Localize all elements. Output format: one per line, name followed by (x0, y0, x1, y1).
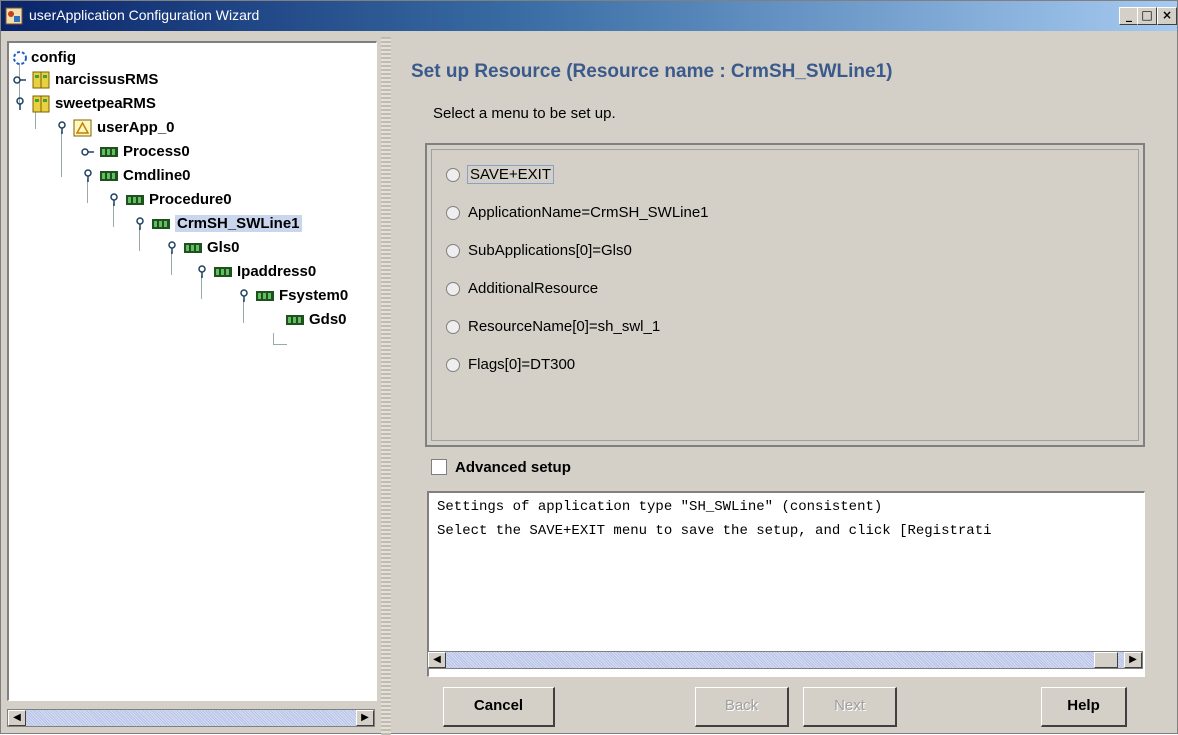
close-button[interactable]: × (1157, 7, 1177, 25)
instruction-text: Select a menu to be set up. (433, 105, 616, 122)
radio-button[interactable] (446, 282, 460, 296)
expanded-key-icon[interactable] (195, 265, 209, 279)
radio-button[interactable] (446, 206, 460, 220)
expanded-key-icon[interactable] (133, 217, 147, 231)
option-label: SubApplications[0]=Gls0 (468, 242, 632, 259)
radio-button[interactable] (446, 320, 460, 334)
scroll-left-button[interactable]: ◀ (8, 710, 26, 726)
advanced-setup-label: Advanced setup (455, 459, 571, 476)
resource-tree[interactable]: config narcissusRMS sweetpeaRMS userApp_… (7, 41, 377, 701)
app-icon (5, 7, 23, 25)
minimize-button[interactable]: _ (1119, 7, 1139, 25)
resource-icon (184, 243, 202, 253)
scroll-right-button[interactable]: ▶ (356, 710, 374, 726)
radio-button[interactable] (446, 244, 460, 258)
info-line: Select the SAVE+EXIT menu to save the se… (437, 523, 992, 539)
info-horizontal-scrollbar[interactable]: ◀ ▶ (427, 651, 1143, 669)
host-icon (32, 95, 50, 113)
resource-icon (256, 291, 274, 301)
expanded-key-icon[interactable] (237, 289, 251, 303)
help-button[interactable]: Help (1041, 687, 1127, 727)
next-button[interactable]: Next (803, 687, 897, 727)
radio-button[interactable] (446, 358, 460, 372)
resource-icon (286, 315, 304, 325)
page-title: Set up Resource (Resource name : CrmSH_S… (411, 61, 893, 82)
advanced-setup-checkbox[interactable] (431, 459, 447, 475)
option-label: ApplicationName=CrmSH_SWLine1 (468, 204, 709, 221)
radio-button[interactable] (446, 168, 460, 182)
maximize-button[interactable]: □ (1137, 7, 1157, 25)
collapsed-key-icon[interactable] (81, 145, 95, 159)
info-line: Settings of application type "SH_SWLine"… (437, 499, 883, 515)
scroll-thumb[interactable] (1094, 652, 1118, 668)
scroll-left-button[interactable]: ◀ (428, 652, 446, 668)
tree-connector (61, 131, 62, 177)
collapsed-key-icon[interactable] (13, 73, 27, 87)
advanced-setup-row[interactable]: Advanced setup (427, 453, 1143, 483)
expanded-key-icon[interactable] (107, 193, 121, 207)
config-icon (13, 51, 27, 65)
window-title: userApplication Configuration Wizard (29, 7, 260, 23)
expanded-key-icon[interactable] (81, 169, 95, 183)
expanded-key-icon[interactable] (55, 121, 69, 135)
option-label: Flags[0]=DT300 (468, 356, 576, 373)
resource-icon (100, 147, 118, 157)
menu-options-inner: SAVE+EXIT ApplicationName=CrmSH_SWLine1 … (431, 149, 1139, 441)
userapp-icon (73, 119, 92, 137)
option-label: AdditionalResource (468, 280, 599, 297)
menu-options-panel: SAVE+EXIT ApplicationName=CrmSH_SWLine1 … (425, 143, 1145, 447)
panel-splitter[interactable] (381, 37, 391, 735)
host-icon (32, 71, 50, 89)
wizard-window: userApplication Configuration Wizard _ □… (0, 0, 1178, 735)
option-label: SAVE+EXIT (466, 165, 555, 184)
expanded-key-icon[interactable] (165, 241, 179, 255)
expanded-key-icon[interactable] (13, 97, 27, 111)
tree-connector (273, 333, 287, 345)
title-bar[interactable]: userApplication Configuration Wizard _ □… (1, 1, 1177, 31)
option-label: ResourceName[0]=sh_swl_1 (468, 318, 661, 335)
back-button[interactable]: Back (695, 687, 789, 727)
info-text-area[interactable]: Settings of application type "SH_SWLine"… (427, 491, 1145, 677)
resource-icon (152, 219, 170, 229)
cancel-button[interactable]: Cancel (443, 687, 555, 727)
resource-icon (100, 171, 118, 181)
tree-horizontal-scrollbar[interactable]: ◀ ▶ (7, 709, 375, 727)
scroll-right-button[interactable]: ▶ (1124, 652, 1142, 668)
resource-icon (126, 195, 144, 205)
resource-icon (214, 267, 232, 277)
